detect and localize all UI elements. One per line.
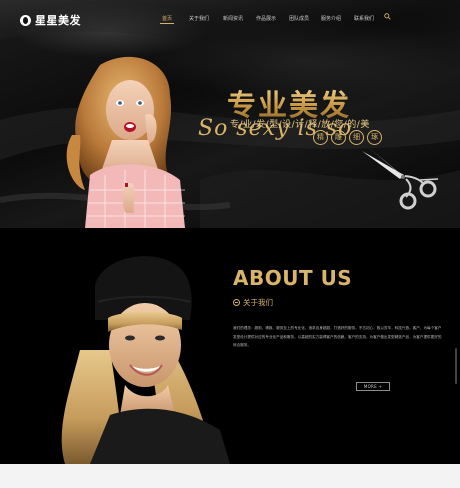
hero-badge: 细	[349, 130, 364, 145]
hero-badge: 琢	[367, 130, 382, 145]
about-subtitle-text: 关于我们	[243, 298, 273, 307]
hero-tagline: 专/业/发/型/设/计/释/放/您/的/美	[230, 120, 370, 130]
hero-badge: 雕	[331, 130, 346, 145]
logo-text: 星星美发	[35, 14, 81, 27]
hero-badges: 精 雕 细 琢	[313, 130, 382, 145]
footer-strip	[0, 464, 460, 488]
page: 星星美发 首页 关于我们 新闻资讯 作品展示 团队成员 服务介绍 联系我们 专业…	[0, 0, 460, 488]
search-icon[interactable]	[384, 13, 391, 20]
about-title: ABOUT US	[233, 266, 353, 290]
about-subtitle: 关于我们	[233, 297, 273, 308]
nav-item-team[interactable]: 团队成员	[289, 15, 309, 22]
hero-model-image	[66, 56, 185, 228]
nav-item-about[interactable]: 关于我们	[189, 15, 209, 22]
brand-logo[interactable]: 星星美发	[20, 12, 81, 28]
nav-item-services[interactable]: 服务介绍	[321, 15, 341, 22]
nav-item-works[interactable]: 作品展示	[256, 15, 276, 22]
about-body-text: 我们的理念：超前、精致、服务至上的专业化，追求自身超越，打造好的服务。不忘初心，…	[233, 326, 442, 347]
subtitle-icon	[233, 299, 240, 306]
hero-banner: 星星美发 首页 关于我们 新闻资讯 作品展示 团队成员 服务介绍 联系我们 专业…	[0, 0, 460, 228]
hero-badge: 精	[313, 130, 328, 145]
more-button[interactable]: MORE +	[356, 382, 390, 391]
nav-item-contact[interactable]: 联系我们	[354, 15, 374, 22]
nav-item-news[interactable]: 新闻资讯	[223, 15, 243, 22]
about-section: ABOUT US 关于我们 我们的理念：超前、精致、服务至上的专业化，追求自身超…	[0, 228, 460, 464]
nav-item-home[interactable]: 首页	[160, 15, 175, 24]
nav-active-underline	[160, 23, 175, 24]
main-nav: 首页 关于我们 新闻资讯 作品展示 团队成员 服务介绍 联系我们	[154, 15, 394, 27]
scrollbar[interactable]	[455, 348, 457, 384]
scissors-icon	[362, 147, 439, 210]
about-model-image	[61, 256, 230, 464]
logo-icon	[20, 14, 31, 26]
